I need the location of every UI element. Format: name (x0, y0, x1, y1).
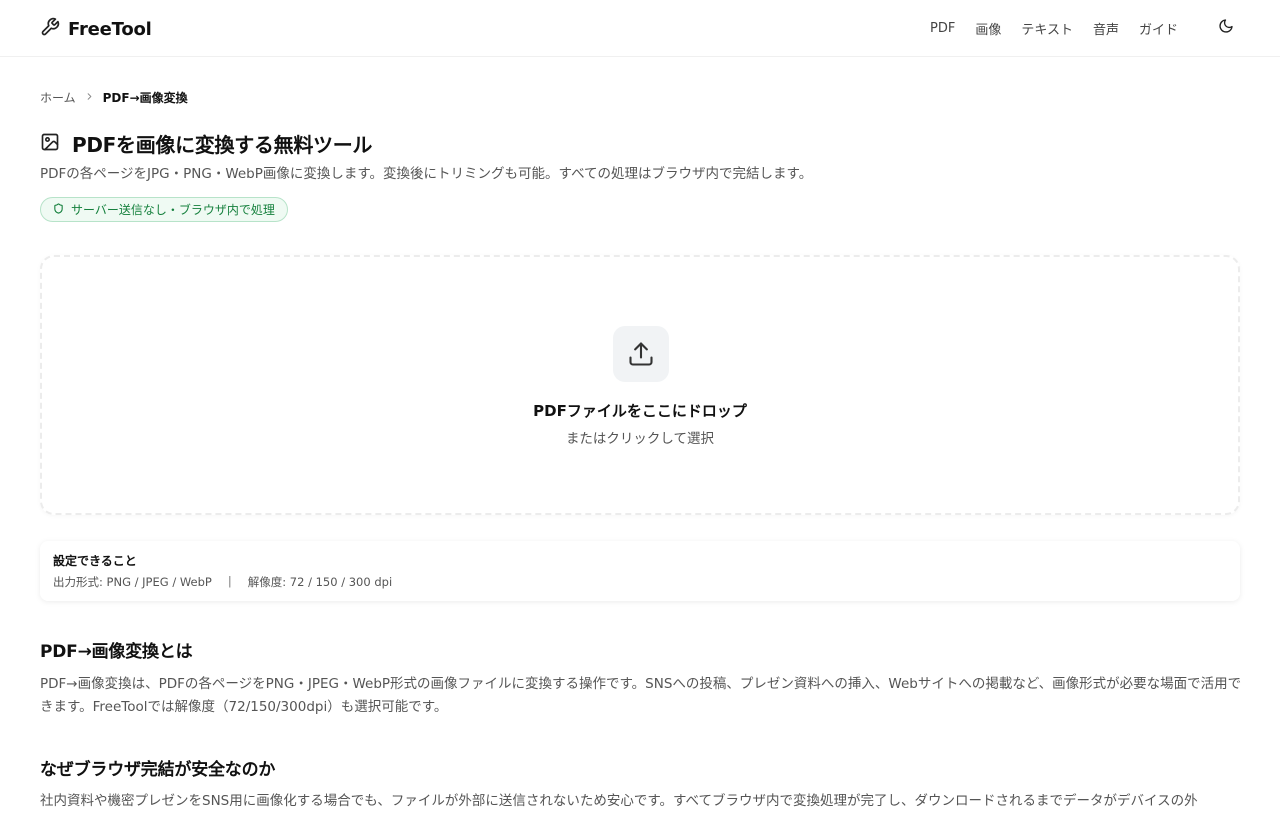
moon-icon (1218, 18, 1234, 38)
brand-link[interactable]: FreeTool (40, 17, 152, 41)
section-body-safety: 社内資料や機密プレゼンをSNS用に画像化する場合でも、ファイルが外部に送信されな… (40, 793, 1198, 809)
page-title-row: PDFを画像に変換する無料ツール (40, 129, 372, 158)
settings-card: 設定できること 出力形式: PNG / JPEG / WebP | 解像度: 7… (40, 541, 1240, 601)
breadcrumb-home-link[interactable]: ホーム (40, 89, 76, 106)
nav-link-guide[interactable]: ガイド (1139, 19, 1178, 38)
settings-heading: 設定できること (53, 554, 137, 568)
brand-name: FreeTool (68, 18, 152, 40)
privacy-badge-label: サーバー送信なし・ブラウザ内で処理 (71, 203, 275, 217)
privacy-badge: サーバー送信なし・ブラウザ内で処理 (40, 197, 288, 222)
settings-resolution: 解像度: 72 / 150 / 300 dpi (247, 575, 393, 589)
breadcrumb-current: PDF→画像変換 (102, 91, 188, 105)
settings-formats: 出力形式: PNG / JPEG / WebP (53, 575, 212, 589)
theme-toggle-button[interactable] (1216, 18, 1236, 38)
pdf-dropzone[interactable]: PDFファイルをここにドロップ またはクリックして選択 (40, 255, 1240, 515)
main-nav: PDF 画像 テキスト 音声 ガイド (930, 18, 1236, 38)
image-icon (40, 132, 60, 156)
section-heading-safety: なぜブラウザ完結が安全なのか (40, 760, 276, 780)
dropzone-title: PDFファイルをここにドロップ (533, 402, 747, 420)
section-heading-about: PDF→画像変換とは (40, 642, 193, 662)
page-subtitle: PDFの各ページをJPG・PNG・WebP画像に変換します。変換後にトリミングも… (40, 166, 813, 182)
nav-link-image[interactable]: 画像 (975, 19, 1001, 38)
settings-separator: | (227, 574, 232, 588)
upload-icon (613, 326, 669, 382)
breadcrumb: ホーム PDF→画像変換 (40, 89, 188, 106)
nav-link-pdf[interactable]: PDF (930, 21, 955, 36)
nav-link-text[interactable]: テキスト (1021, 19, 1073, 38)
chevron-right-icon (84, 91, 95, 105)
section-body-about: PDF→画像変換は、PDFの各ページをPNG・JPEG・WebP形式の画像ファイ… (40, 676, 1242, 715)
top-header: FreeTool PDF 画像 テキスト 音声 ガイド (0, 0, 1280, 57)
settings-summary: 出力形式: PNG / JPEG / WebP | 解像度: 72 / 150 … (53, 574, 1227, 590)
wrench-icon (40, 17, 60, 41)
dropzone-subtitle: またはクリックして選択 (565, 431, 715, 447)
nav-link-audio[interactable]: 音声 (1093, 19, 1119, 38)
shield-icon (53, 202, 64, 217)
page-title: PDFを画像に変換する無料ツール (72, 133, 373, 157)
